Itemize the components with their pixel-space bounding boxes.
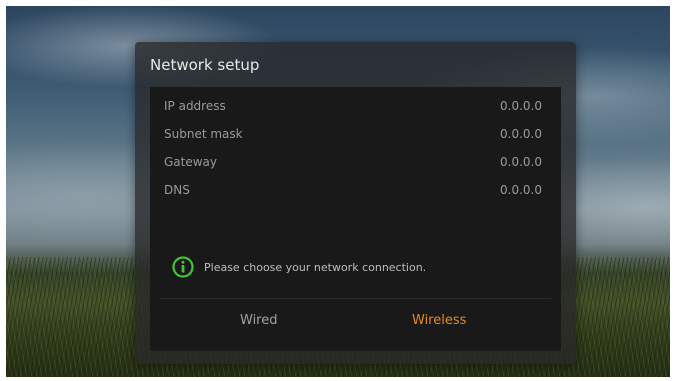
connection-prompt: Please choose your network connection. bbox=[172, 254, 426, 280]
subnet-mask-label: Subnet mask bbox=[164, 127, 243, 141]
dns-value: 0.0.0.0 bbox=[500, 183, 542, 197]
network-setup-dialog: Network setup IP address 0.0.0.0 Subnet … bbox=[135, 42, 576, 364]
network-info-panel: IP address 0.0.0.0 Subnet mask 0.0.0.0 G… bbox=[150, 87, 561, 351]
options-divider bbox=[160, 298, 551, 299]
ip-address-row: IP address 0.0.0.0 bbox=[150, 97, 561, 117]
ip-address-value: 0.0.0.0 bbox=[500, 99, 542, 113]
dns-label: DNS bbox=[164, 183, 190, 197]
dialog-title: Network setup bbox=[150, 56, 260, 74]
connection-prompt-text: Please choose your network connection. bbox=[204, 260, 427, 274]
gateway-row: Gateway 0.0.0.0 bbox=[150, 153, 561, 173]
gateway-label: Gateway bbox=[164, 155, 218, 169]
wireless-option[interactable]: Wireless bbox=[412, 313, 466, 328]
ip-address-label: IP address bbox=[164, 99, 226, 113]
background-scene: Network setup IP address 0.0.0.0 Subnet … bbox=[6, 6, 670, 377]
dns-row: DNS 0.0.0.0 bbox=[150, 181, 561, 201]
info-icon bbox=[172, 256, 194, 278]
gateway-value: 0.0.0.0 bbox=[500, 155, 542, 169]
subnet-mask-value: 0.0.0.0 bbox=[500, 127, 542, 141]
wired-option[interactable]: Wired bbox=[240, 313, 278, 328]
subnet-mask-row: Subnet mask 0.0.0.0 bbox=[150, 125, 561, 145]
